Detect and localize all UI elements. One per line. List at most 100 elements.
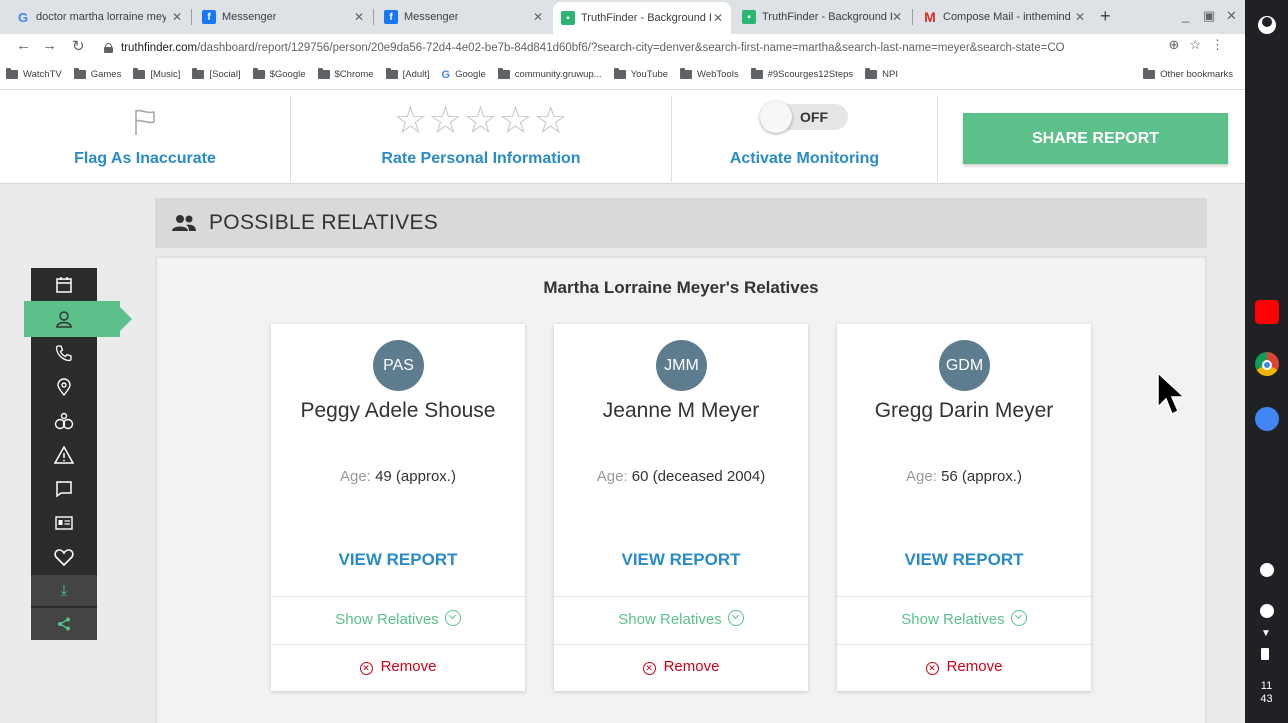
close-icon[interactable]: ✕ <box>892 10 902 24</box>
flag-label: Flag As Inaccurate <box>74 150 216 167</box>
show-relatives-toggle[interactable]: Show Relatives <box>271 610 525 628</box>
os-shelf: ▼ 11 43 <box>1245 0 1288 723</box>
id-card-icon[interactable] <box>31 506 97 540</box>
bookmark-folder[interactable]: #9Scourges12Steps <box>750 68 853 80</box>
tab-truthfinder-active[interactable]: ▪ TruthFinder - Background R ✕ <box>553 2 731 34</box>
bookmark-folder[interactable]: NPI <box>865 68 898 80</box>
remove-button[interactable]: ✕ Remove <box>554 658 808 675</box>
back-arrow-icon[interactable]: ← <box>16 37 31 54</box>
remove-label: Remove <box>663 658 720 675</box>
relative-age: Age: 60 (deceased 2004) <box>554 468 808 485</box>
view-report-link[interactable]: VIEW REPORT <box>271 550 525 570</box>
flag-inaccurate-action[interactable]: Flag As Inaccurate <box>0 90 290 184</box>
view-report-link[interactable]: VIEW REPORT <box>837 550 1091 570</box>
other-bookmarks[interactable]: Other bookmarks <box>1143 68 1233 80</box>
tab-title: Messenger <box>404 11 459 23</box>
battery-icon <box>1261 648 1269 660</box>
show-relatives-label: Show Relatives <box>901 611 1005 628</box>
tab-title: TruthFinder - Background R <box>762 11 892 23</box>
add-icon[interactable] <box>1260 604 1274 618</box>
monitoring-toggle[interactable]: OFF <box>760 101 848 133</box>
report-page: Flag As Inaccurate ☆☆☆☆☆ Rate Personal I… <box>0 90 1245 723</box>
status-circle-icon[interactable] <box>1260 563 1274 577</box>
close-icon[interactable]: ✕ <box>1075 10 1085 24</box>
restore-icon[interactable]: ▣ <box>1203 8 1215 24</box>
divider <box>271 644 525 645</box>
location-pin-icon[interactable] <box>31 370 97 404</box>
rating-stars-icon[interactable]: ☆☆☆☆☆ <box>291 98 671 143</box>
toggle-knob <box>760 101 792 133</box>
remove-circle-icon: ✕ <box>359 662 373 675</box>
tab-compose-mail[interactable]: M Compose Mail - inthemind ✕ <box>915 4 1093 30</box>
age-label: Age: <box>340 468 371 485</box>
address-bar-actions: ⊕☆⋮ <box>1168 37 1234 53</box>
relative-name: Jeanne M Meyer <box>602 399 760 422</box>
show-relatives-toggle[interactable]: Show Relatives <box>554 610 808 628</box>
star-bookmark-icon[interactable]: ☆ <box>1189 37 1211 52</box>
bookmark-folder[interactable]: $Chrome <box>317 68 374 80</box>
facebook-icon: f <box>384 10 398 24</box>
folder-icon <box>73 68 86 79</box>
bookmark-folder[interactable]: Games <box>73 68 121 80</box>
divider <box>937 96 938 182</box>
share-report-button[interactable]: SHARE REPORT <box>963 113 1228 164</box>
age-label: Age: <box>596 468 628 485</box>
share-icon[interactable] <box>31 607 97 640</box>
handcuffs-icon[interactable] <box>31 404 97 438</box>
files-icon[interactable] <box>1255 407 1279 431</box>
show-relatives-toggle[interactable]: Show Relatives <box>837 610 1091 628</box>
lock-icon <box>104 43 113 53</box>
warning-icon[interactable] <box>31 438 97 472</box>
folder-icon <box>252 68 265 79</box>
clock[interactable]: 11 43 <box>1245 680 1288 706</box>
window-close-icon[interactable]: ✕ <box>1226 8 1237 24</box>
new-tab-button[interactable]: + <box>1100 6 1111 27</box>
reload-icon[interactable]: ↻ <box>72 37 85 55</box>
close-icon[interactable]: ✕ <box>713 11 723 25</box>
rate-label: Rate Personal Information <box>381 150 581 167</box>
launcher-icon-inner <box>1262 17 1272 27</box>
close-icon[interactable]: ✕ <box>172 10 182 24</box>
close-icon[interactable]: ✕ <box>354 10 364 24</box>
bookmark-folder[interactable]: $Google <box>252 68 306 80</box>
tab-messenger-1[interactable]: f Messenger ✕ <box>194 4 372 30</box>
tab-title: Messenger <box>222 11 277 23</box>
download-icon[interactable]: ⤓ <box>31 574 97 606</box>
remove-button[interactable]: ✕ Remove <box>837 658 1091 675</box>
remove-button[interactable]: ✕ Remove <box>271 658 525 675</box>
bookmark-folder[interactable]: WatchTV <box>6 68 62 80</box>
folder-icon <box>750 68 763 79</box>
bookmark-folder[interactable]: WebTools <box>680 68 739 80</box>
address-bar[interactable]: truthfinder.com/dashboard/report/129756/… <box>104 37 1244 59</box>
youtube-icon[interactable] <box>1255 300 1279 324</box>
chrome-icon-center <box>1262 360 1272 370</box>
report-side-nav: ⤓ <box>24 268 132 640</box>
bookmark-folder[interactable]: community.gruwup... <box>497 68 602 80</box>
chat-bubble-icon[interactable] <box>31 472 97 506</box>
view-report-link[interactable]: VIEW REPORT <box>554 550 808 570</box>
remove-circle-icon: ✕ <box>925 662 939 675</box>
menu-icon[interactable]: ⋮ <box>1211 37 1234 52</box>
person-icon[interactable] <box>31 302 97 336</box>
tab-truthfinder-2[interactable]: ▪ TruthFinder - Background R ✕ <box>734 4 910 30</box>
minimize-icon[interactable]: _ <box>1182 8 1189 23</box>
bookmark-google[interactable]: G Google <box>442 69 486 81</box>
rate-personal-info-action[interactable]: ☆☆☆☆☆ Rate Personal Information <box>291 90 671 184</box>
forward-arrow-icon[interactable]: → <box>42 37 57 54</box>
bookmark-folder[interactable]: [Adult] <box>385 68 430 80</box>
bookmark-folder[interactable]: [Music] <box>133 68 180 80</box>
calendar-icon[interactable] <box>31 268 97 302</box>
bookmark-folder[interactable]: [Social] <box>192 68 241 80</box>
heart-icon[interactable] <box>31 540 97 574</box>
bookmark-folder[interactable]: YouTube <box>613 68 668 80</box>
tab-messenger-2[interactable]: f Messenger ✕ <box>376 4 551 30</box>
zoom-icon[interactable]: ⊕ <box>1168 37 1189 52</box>
remove-circle-icon: ✕ <box>642 662 656 675</box>
folder-icon <box>680 68 693 79</box>
phone-icon[interactable] <box>31 336 97 370</box>
tab-google-search[interactable]: G doctor martha lorraine mey ✕ <box>8 4 190 30</box>
folder-icon <box>1143 68 1156 79</box>
close-icon[interactable]: ✕ <box>533 10 543 24</box>
monitoring-label: Activate Monitoring <box>729 150 880 167</box>
bookmarks-bar: WatchTV Games [Music] [Social] $Google $… <box>0 60 1245 90</box>
